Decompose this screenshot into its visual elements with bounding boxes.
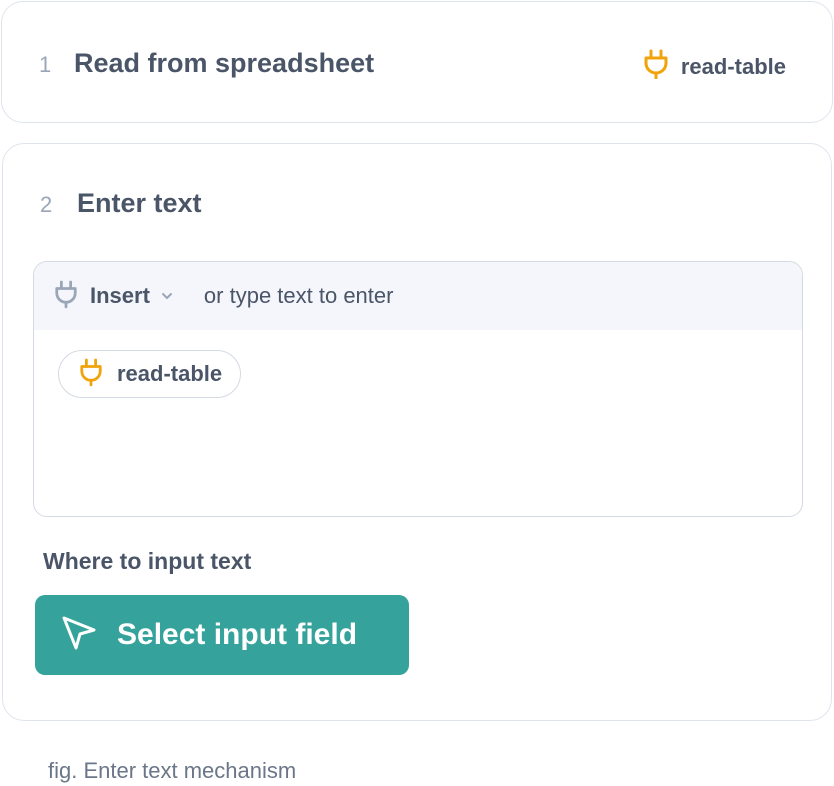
step-title: Enter text [77, 188, 202, 218]
editor-placeholder[interactable]: or type text to enter [204, 283, 394, 309]
where-to-input-label: Where to input text [43, 548, 252, 574]
chip-label: read-table [117, 361, 223, 386]
step-title: Read from spreadsheet [74, 48, 375, 78]
step-number: 1 [39, 52, 52, 77]
chevron-down-icon [160, 291, 174, 301]
variable-chip[interactable]: read-table [58, 350, 242, 398]
plugin-label: read-table [680, 53, 786, 79]
plug-icon [643, 49, 669, 84]
insert-label: Insert [90, 283, 150, 308]
plug-icon [54, 279, 78, 314]
editor-toolbar: Insert or type text to enter [34, 262, 802, 330]
step-card-enter-text: 2 Enter text Insert or type text to ente… [2, 143, 832, 721]
cursor-pointer-icon [59, 613, 99, 658]
step-number: 2 [40, 192, 53, 217]
plugin-tag: read-table [643, 49, 786, 84]
plug-icon [79, 357, 103, 392]
editor-content[interactable]: read-table [34, 330, 802, 516]
select-input-field-label: Select input field [117, 618, 358, 651]
insert-dropdown-button[interactable]: Insert [54, 279, 174, 314]
select-input-field-button[interactable]: Select input field [35, 595, 409, 675]
step-card-read-spreadsheet[interactable]: 1 Read from spreadsheet read-table [1, 1, 833, 123]
figure-caption: fig. Enter text mechanism [48, 758, 297, 783]
page: 1 Read from spreadsheet read-table 2 Ent… [0, 0, 834, 786]
text-editor[interactable]: Insert or type text to enter read-table [33, 261, 803, 517]
